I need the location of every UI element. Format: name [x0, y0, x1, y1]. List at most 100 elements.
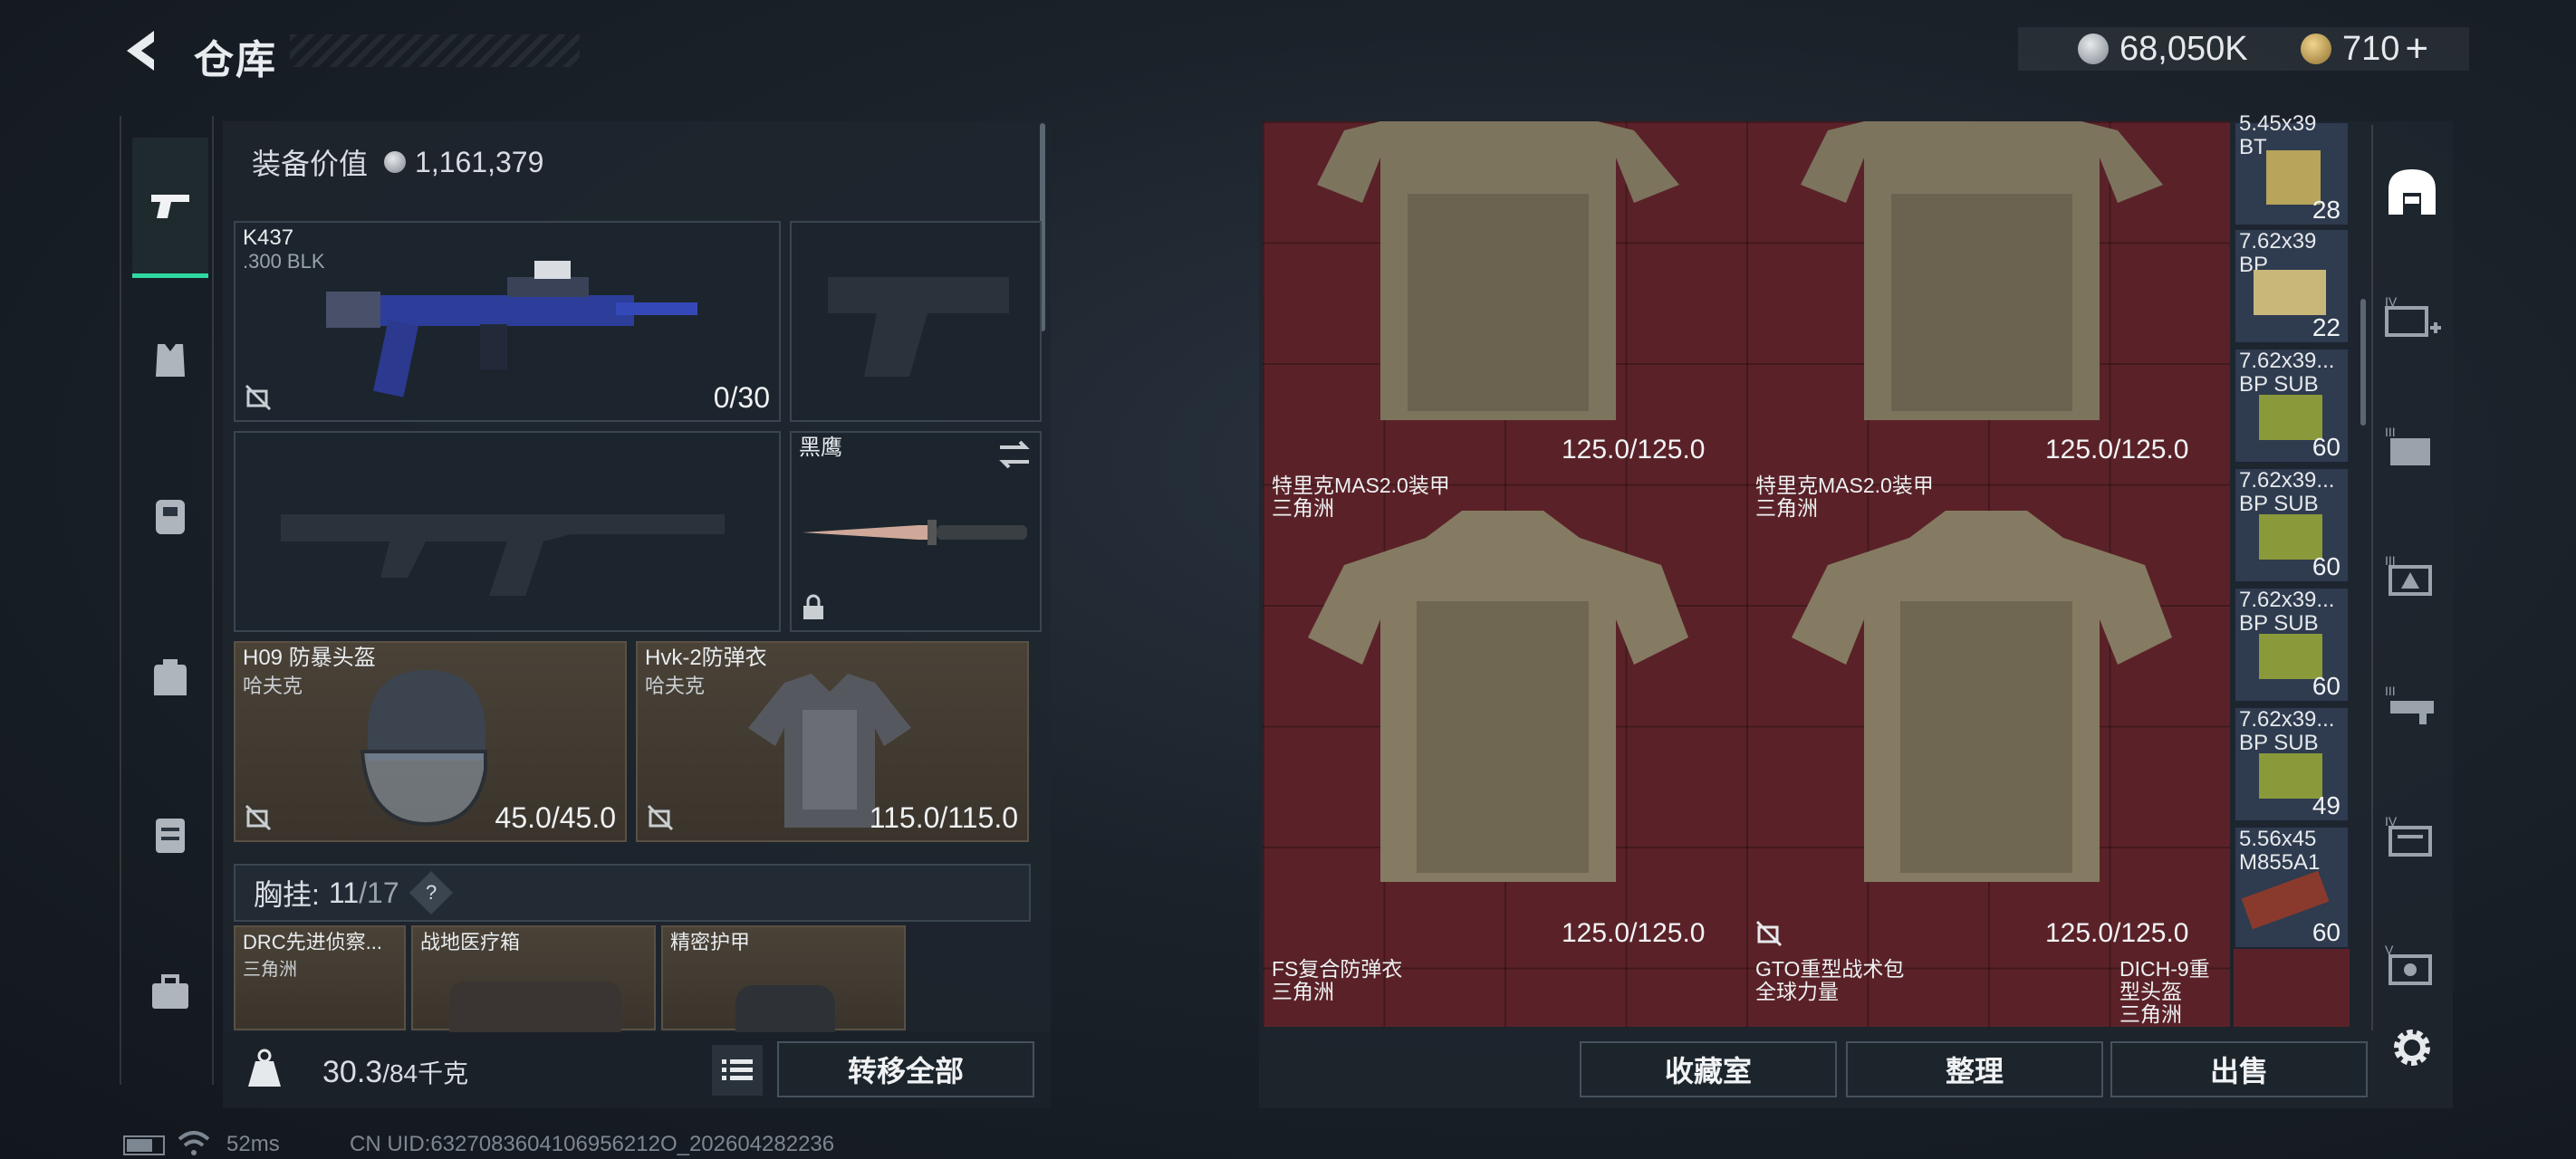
organize-button[interactable]: 整理	[1846, 1041, 2103, 1097]
armor-plate-image	[735, 985, 835, 1032]
item-durability: 125.0/125.0	[2045, 435, 2189, 465]
silver-coin-icon	[384, 151, 407, 173]
stash-tab-4b[interactable]: IV	[2373, 797, 2451, 875]
ammo-count: 60	[2312, 672, 2341, 700]
no-insure-icon	[1755, 920, 1783, 947]
item-durability: 125.0/125.0	[2045, 918, 2189, 948]
back-button[interactable]	[118, 25, 168, 76]
vest-icon	[156, 344, 185, 377]
helmet-image	[360, 670, 487, 827]
rig-item[interactable]: DRC先进侦察... 三角洲	[234, 925, 406, 1030]
tier-3-stash-icon: III	[2385, 553, 2432, 596]
nav-case[interactable]	[132, 797, 208, 873]
currency-main-value: 68,050K	[2119, 29, 2248, 68]
ammo-name: 5.56x45 M855A1	[2239, 827, 2321, 875]
ammo-count: 60	[2312, 552, 2341, 580]
gear-icon	[2394, 1030, 2430, 1066]
currency-premium-value: 710	[2342, 29, 2400, 68]
swap-icon[interactable]	[996, 438, 1033, 471]
stash-scrollbar[interactable]	[2360, 299, 2366, 426]
item-origin: 全球力量	[1755, 980, 1839, 1003]
no-insure-icon	[245, 384, 272, 411]
tier-3-stash-icon: III	[2385, 425, 2430, 465]
chest-rig-total: /17	[359, 876, 399, 909]
rig-item-name: 战地医疗箱	[420, 931, 521, 953]
ammo-item[interactable]: 7.62x39... BP SUB 60	[2234, 467, 2350, 583]
lock-icon	[803, 594, 823, 619]
wifi-icon	[178, 1131, 210, 1155]
armor-durability: 115.0/115.0	[869, 801, 1018, 834]
armor-slot[interactable]: Hvk-2防弹衣 哈夫克 115.0/115.0	[636, 641, 1029, 842]
nav-weapons[interactable]	[132, 138, 208, 278]
equipment-value-number: 1,161,379	[415, 145, 544, 178]
weapon-name: K437	[243, 225, 294, 250]
item-durability: 125.0/125.0	[1562, 435, 1706, 465]
collection-room-button[interactable]: 收藏室	[1580, 1041, 1837, 1097]
item-origin: 三角洲	[1272, 980, 1334, 1003]
ammo-count: 60	[2312, 918, 2341, 946]
rig-item-origin: 三角洲	[243, 960, 297, 980]
equipment-value-label: 装备价值	[252, 148, 369, 180]
stash-grid: 125.0/125.0 125.0/125.0 特里克MAS2.0装甲 三角洲 …	[1263, 121, 2230, 1027]
melee-name: 黑鹰	[799, 436, 842, 460]
item-label: DICH-9重型头盔 三角洲	[2119, 958, 2230, 1026]
rig-item[interactable]: 战地医疗箱	[411, 925, 656, 1032]
settings-button[interactable]	[2373, 1009, 2451, 1087]
transfer-all-button[interactable]: 转移全部	[777, 1041, 1034, 1097]
ammo-name: 7.62x39... BP SUB	[2239, 349, 2335, 397]
helmet-slot[interactable]: H09 防暴头盔 哈夫克 45.0/45.0	[234, 641, 627, 842]
ammo-item[interactable]: 7.62x39... BP SUB 60	[2234, 587, 2350, 703]
rig-item-name: 精密护甲	[670, 931, 751, 953]
rifle-silhouette-icon	[281, 514, 725, 596]
weight-icon	[241, 1045, 288, 1092]
ammo-count: 22	[2312, 313, 2341, 341]
stash-tab-5[interactable]: V	[2373, 925, 2451, 1003]
primary-weapon-slot[interactable]: K437 .300 BLK 0/30	[234, 221, 781, 422]
ammo-count: 28	[2312, 196, 2341, 224]
chest-rig-used: 11	[328, 876, 360, 909]
no-insure-icon	[647, 804, 674, 831]
nav-toolbox[interactable]	[132, 954, 208, 1030]
ammo-item[interactable]: 7.62x39... BP SUB 49	[2234, 706, 2350, 822]
empty-grid-cell[interactable]	[2234, 949, 2350, 1027]
helmet-origin: 哈夫克	[243, 675, 303, 697]
stash-tab-4-add[interactable]: IV	[2373, 277, 2451, 355]
svg-text:III: III	[2385, 684, 2396, 698]
nav-backpack[interactable]	[132, 639, 208, 715]
list-view-button[interactable]	[712, 1045, 763, 1096]
melee-slot[interactable]: 黑鹰	[790, 431, 1042, 632]
list-icon	[722, 1059, 753, 1080]
sell-button[interactable]: 出售	[2110, 1041, 2368, 1097]
nav-rig[interactable]	[132, 478, 208, 554]
ammo-item[interactable]: 5.56x45 M855A1 60	[2234, 826, 2350, 949]
gold-coin-icon	[2301, 34, 2331, 64]
help-mark: ?	[425, 881, 437, 904]
nav-armor[interactable]	[132, 322, 208, 398]
item-name: DICH-9重型头盔	[2119, 957, 2210, 1003]
chest-rig-icon	[156, 500, 185, 534]
stash-tab-3c[interactable]: III	[2373, 666, 2451, 744]
rig-item[interactable]: 精密护甲	[661, 925, 906, 1032]
stash-tab-3a[interactable]: III	[2373, 407, 2451, 485]
help-icon[interactable]: ?	[409, 870, 453, 915]
secondary-weapon-slot[interactable]	[234, 431, 781, 632]
toolbox-icon	[152, 974, 188, 1009]
ammo-item[interactable]: 7.62x39... BP SUB 60	[2234, 348, 2350, 464]
add-currency-button[interactable]: +	[2405, 26, 2428, 72]
currency-main: 68,050K	[2078, 27, 2248, 71]
stash-tab-all[interactable]	[2373, 152, 2451, 230]
item-name: GTO重型战术包	[1755, 957, 1905, 981]
item-durability: 125.0/125.0	[1562, 918, 1706, 948]
stash-tab-3b[interactable]: III	[2373, 536, 2451, 614]
ammo-item[interactable]: 5.45x39 BT 28	[2234, 112, 2350, 226]
armor-item-image	[1317, 121, 1679, 420]
currency-premium: 710 +	[2301, 26, 2428, 72]
tier-4-stash-icon: IV	[2385, 814, 2432, 857]
weapon-caliber: .300 BLK	[243, 250, 325, 273]
armor-origin: 哈夫克	[645, 675, 706, 697]
ammo-item[interactable]: 7.62x39 BP 22	[2234, 228, 2350, 344]
knife-image	[803, 520, 1027, 545]
chest-rig-header[interactable]: 胸挂: 11 /17 ?	[234, 864, 1031, 922]
pistol-slot[interactable]	[790, 221, 1042, 422]
armor-item-image	[1801, 121, 2163, 420]
